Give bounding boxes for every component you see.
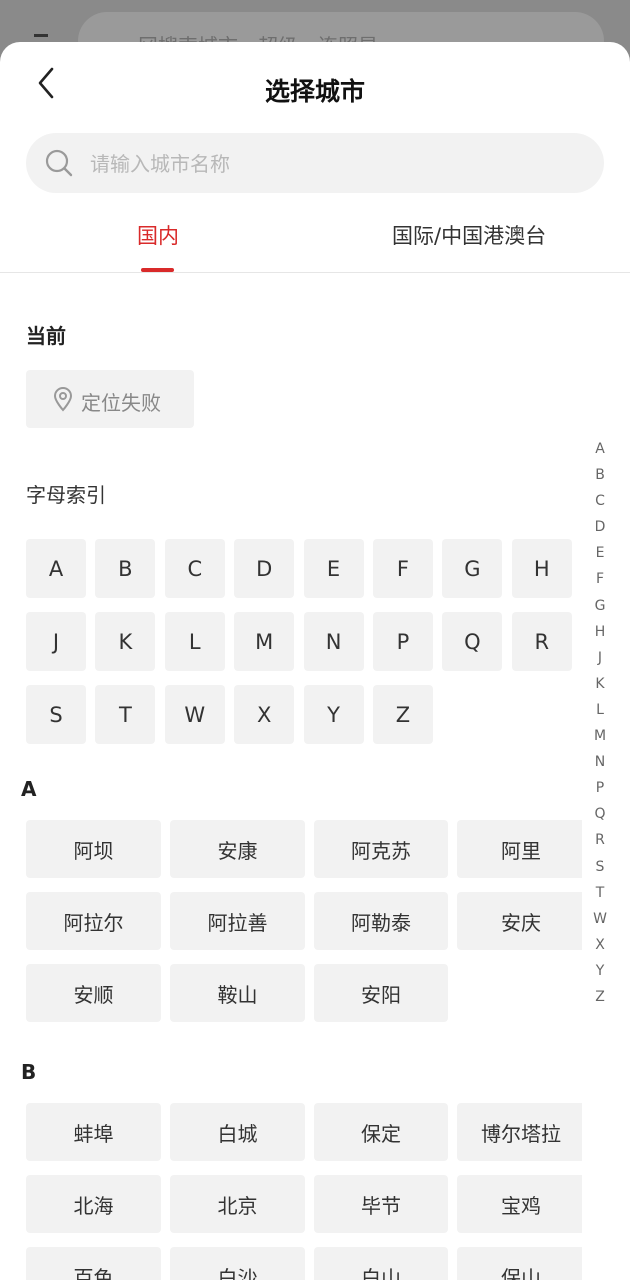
side-index-letter[interactable]: W	[588, 906, 612, 932]
city-item[interactable]: 蚌埠	[26, 1103, 161, 1161]
side-index-letter[interactable]: Y	[588, 958, 612, 984]
current-heading: 当前	[26, 324, 66, 348]
city-search-bar[interactable]	[26, 133, 604, 193]
location-pin-icon	[53, 387, 73, 412]
side-index-letter[interactable]: E	[588, 540, 612, 566]
side-index-letter[interactable]: S	[588, 854, 612, 880]
side-index-letter[interactable]: X	[588, 932, 612, 958]
city-item[interactable]: 毕节	[314, 1175, 448, 1233]
city-item[interactable]: 保定	[314, 1103, 448, 1161]
letter-index-item[interactable]: E	[303, 539, 364, 598]
side-index-letter[interactable]: F	[588, 566, 612, 592]
tab-divider	[0, 272, 630, 273]
side-index-letter[interactable]: K	[588, 671, 612, 697]
letter-index-item[interactable]: G	[442, 539, 503, 598]
side-index-letter[interactable]: Z	[588, 984, 612, 1010]
city-item[interactable]: 北京	[170, 1175, 305, 1233]
city-item[interactable]: 阿拉尔	[26, 892, 161, 950]
letter-index-item[interactable]: L	[164, 612, 225, 671]
letter-index-item[interactable]: A	[26, 539, 86, 598]
tab-international[interactable]: 国际/中国港澳台	[392, 220, 546, 250]
city-item[interactable]: 博尔塔拉	[457, 1103, 582, 1161]
section-heading-a: A	[21, 777, 37, 801]
side-index-letter[interactable]: M	[588, 723, 612, 749]
letter-index-item[interactable]: H	[511, 539, 572, 598]
side-index-letter[interactable]: A	[588, 436, 612, 462]
city-item[interactable]: 阿克苏	[314, 820, 448, 878]
letter-index-item[interactable]: K	[95, 612, 156, 671]
side-index-letter[interactable]: D	[588, 514, 612, 540]
side-index-letter[interactable]: R	[588, 827, 612, 853]
letter-index-item[interactable]: R	[511, 612, 572, 671]
side-index-letter[interactable]: T	[588, 880, 612, 906]
side-index-letter[interactable]: C	[588, 488, 612, 514]
city-item[interactable]: 安顺	[26, 964, 161, 1022]
tab-domestic[interactable]: 国内	[137, 220, 179, 250]
city-item[interactable]: 安阳	[314, 964, 448, 1022]
city-item[interactable]: 阿拉善	[170, 892, 305, 950]
letter-index-item[interactable]: Q	[442, 612, 503, 671]
search-input[interactable]	[88, 143, 572, 185]
city-grid-b: 蚌埠 白城 保定 博尔塔拉北海 北京 毕节 宝鸡百色 白沙 白山 保山	[26, 1103, 582, 1280]
city-item[interactable]: 白城	[170, 1103, 305, 1161]
city-item[interactable]: 保山	[457, 1247, 582, 1280]
city-item[interactable]: 宝鸡	[457, 1175, 582, 1233]
side-index-letter[interactable]: N	[588, 749, 612, 775]
letter-index-item[interactable]: T	[95, 685, 156, 744]
city-picker-sheet: 选择城市 国内 国际/中国港澳台 当前 定位失败 字母索引 ABCDEFGHJK…	[0, 42, 630, 1280]
letter-index-item[interactable]: P	[372, 612, 433, 671]
letter-index-grid: ABCDEFGH JKLMNPQR STWXYZ	[26, 539, 572, 744]
city-item[interactable]: 阿坝	[26, 820, 161, 878]
page-title: 选择城市	[264, 77, 365, 106]
city-item[interactable]: 白沙	[170, 1247, 305, 1280]
side-index-letter[interactable]: P	[588, 775, 612, 801]
letter-index-item[interactable]: S	[26, 685, 86, 744]
city-item[interactable]: 百色	[26, 1247, 161, 1280]
city-item[interactable]: 鞍山	[170, 964, 305, 1022]
side-index-letter[interactable]: L	[588, 697, 612, 723]
letter-index-item[interactable]: D	[234, 539, 295, 598]
letter-index-item[interactable]: C	[164, 539, 225, 598]
letter-index-item[interactable]: J	[26, 612, 86, 671]
location-status: 定位失败	[81, 391, 161, 415]
section-heading-b: B	[21, 1060, 37, 1084]
side-index-letter[interactable]: Q	[588, 801, 612, 827]
city-item[interactable]: 安庆	[457, 892, 582, 950]
letter-index-item[interactable]: F	[372, 539, 433, 598]
side-letter-index: ABCDEFGHJKLMNPQRSTWXYZ	[588, 436, 612, 1010]
side-index-letter[interactable]: G	[588, 593, 612, 619]
menu-icon	[34, 34, 48, 37]
city-item[interactable]: 安康	[170, 820, 305, 878]
letter-index-heading: 字母索引	[26, 483, 106, 507]
letter-index-item[interactable]: M	[234, 612, 295, 671]
current-location-button[interactable]: 定位失败	[26, 370, 194, 428]
city-item[interactable]: 阿勒泰	[314, 892, 448, 950]
side-index-letter[interactable]: B	[588, 462, 612, 488]
letter-index-item[interactable]: Z	[372, 685, 433, 744]
city-item[interactable]: 白山	[314, 1247, 448, 1280]
letter-index-item[interactable]: Y	[303, 685, 364, 744]
city-grid-a: 阿坝 安康 阿克苏 阿里阿拉尔 阿拉善 阿勒泰 安庆安顺 鞍山 安阳	[26, 820, 582, 1022]
letter-index-item[interactable]: X	[234, 685, 295, 744]
letter-index-item[interactable]: N	[303, 612, 364, 671]
letter-index-item[interactable]: W	[164, 685, 225, 744]
search-icon	[45, 149, 73, 177]
city-item[interactable]: 阿里	[457, 820, 582, 878]
city-item[interactable]: 北海	[26, 1175, 161, 1233]
letter-index-item[interactable]: B	[95, 539, 156, 598]
side-index-letter[interactable]: H	[588, 619, 612, 645]
side-index-letter[interactable]: J	[588, 645, 612, 671]
